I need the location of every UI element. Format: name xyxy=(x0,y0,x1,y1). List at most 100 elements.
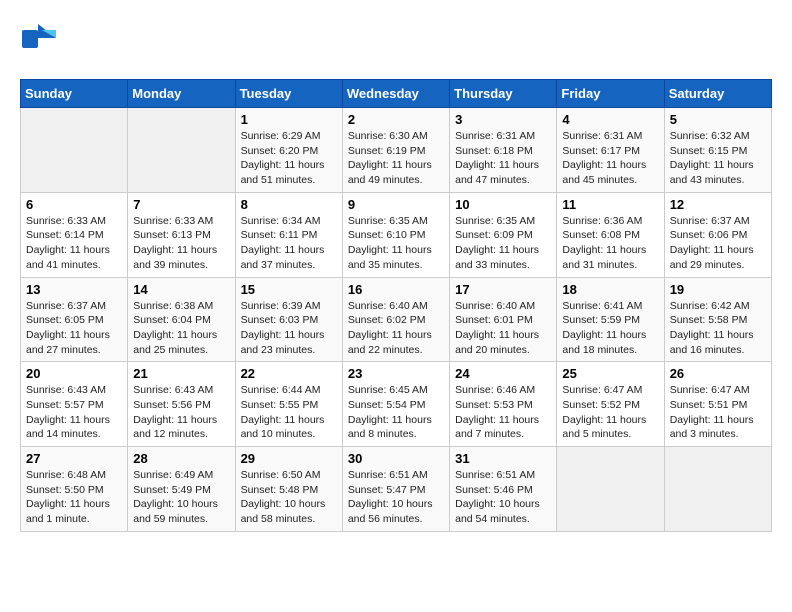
day-number: 29 xyxy=(241,451,337,466)
day-detail: Sunrise: 6:35 AMSunset: 6:10 PMDaylight:… xyxy=(348,214,444,273)
day-number: 15 xyxy=(241,282,337,297)
day-number: 10 xyxy=(455,197,551,212)
day-detail: Sunrise: 6:36 AMSunset: 6:08 PMDaylight:… xyxy=(562,214,658,273)
calendar-day-cell: 20 Sunrise: 6:43 AMSunset: 5:57 PMDayligh… xyxy=(21,362,128,447)
calendar-day-cell: 6 Sunrise: 6:33 AMSunset: 6:14 PMDaylight… xyxy=(21,192,128,277)
weekday-header: Sunday xyxy=(21,80,128,108)
weekday-header: Monday xyxy=(128,80,235,108)
day-number: 2 xyxy=(348,112,444,127)
day-detail: Sunrise: 6:43 AMSunset: 5:57 PMDaylight:… xyxy=(26,383,122,442)
day-number: 12 xyxy=(670,197,766,212)
calendar-day-cell: 3Sunrise: 6:31 AMSunset: 6:18 PMDaylight… xyxy=(450,108,557,193)
calendar-day-cell: 21 Sunrise: 6:43 AMSunset: 5:56 PMDayligh… xyxy=(128,362,235,447)
day-detail: Sunrise: 6:37 AMSunset: 6:06 PMDaylight:… xyxy=(670,214,766,273)
day-number: 26 xyxy=(670,366,766,381)
day-detail: Sunrise: 6:43 AMSunset: 5:56 PMDaylight:… xyxy=(133,383,229,442)
calendar-day-cell: 1 Sunrise: 6:29 AMSunset: 6:20 PMDaylight… xyxy=(235,108,342,193)
day-number: 13 xyxy=(26,282,122,297)
calendar-day-cell: 9 Sunrise: 6:35 AMSunset: 6:10 PMDaylight… xyxy=(342,192,449,277)
day-number: 1 xyxy=(241,112,337,127)
calendar-day-cell: 24Sunrise: 6:46 AMSunset: 5:53 PMDayligh… xyxy=(450,362,557,447)
day-detail: Sunrise: 6:33 AMSunset: 6:14 PMDaylight:… xyxy=(26,214,122,273)
calendar-day-cell: 11 Sunrise: 6:36 AMSunset: 6:08 PMDayligh… xyxy=(557,192,664,277)
day-number: 5 xyxy=(670,112,766,127)
day-number: 19 xyxy=(670,282,766,297)
day-detail: Sunrise: 6:42 AMSunset: 5:58 PMDaylight:… xyxy=(670,299,766,358)
day-detail: Sunrise: 6:32 AMSunset: 6:15 PMDaylight:… xyxy=(670,129,766,188)
day-detail: Sunrise: 6:31 AMSunset: 6:17 PMDaylight:… xyxy=(562,129,658,188)
calendar-day-cell: 4 Sunrise: 6:31 AMSunset: 6:17 PMDaylight… xyxy=(557,108,664,193)
calendar-day-cell: 16 Sunrise: 6:40 AMSunset: 6:02 PMDayligh… xyxy=(342,277,449,362)
calendar-day-cell: 31 Sunrise: 6:51 AMSunset: 5:46 PMDayligh… xyxy=(450,447,557,532)
day-number: 14 xyxy=(133,282,229,297)
calendar-header-row: SundayMondayTuesdayWednesdayThursdayFrid… xyxy=(21,80,772,108)
day-number: 27 xyxy=(26,451,122,466)
calendar-day-cell xyxy=(664,447,771,532)
weekday-header: Tuesday xyxy=(235,80,342,108)
day-number: 23 xyxy=(348,366,444,381)
calendar-day-cell: 25Sunrise: 6:47 AMSunset: 5:52 PMDayligh… xyxy=(557,362,664,447)
day-detail: Sunrise: 6:44 AMSunset: 5:55 PMDaylight:… xyxy=(241,383,337,442)
day-number: 7 xyxy=(133,197,229,212)
day-detail: Sunrise: 6:50 AMSunset: 5:48 PMDaylight:… xyxy=(241,468,337,527)
day-detail: Sunrise: 6:29 AMSunset: 6:20 PMDaylight:… xyxy=(241,129,337,188)
day-detail: Sunrise: 6:45 AMSunset: 5:54 PMDaylight:… xyxy=(348,383,444,442)
day-number: 22 xyxy=(241,366,337,381)
day-detail: Sunrise: 6:31 AMSunset: 6:18 PMDaylight:… xyxy=(455,129,551,188)
weekday-header: Wednesday xyxy=(342,80,449,108)
calendar-day-cell: 2 Sunrise: 6:30 AMSunset: 6:19 PMDaylight… xyxy=(342,108,449,193)
logo-icon xyxy=(20,20,58,63)
day-detail: Sunrise: 6:34 AMSunset: 6:11 PMDaylight:… xyxy=(241,214,337,273)
calendar-day-cell: 15 Sunrise: 6:39 AMSunset: 6:03 PMDayligh… xyxy=(235,277,342,362)
day-number: 28 xyxy=(133,451,229,466)
calendar-day-cell: 27 Sunrise: 6:48 AMSunset: 5:50 PMDayligh… xyxy=(21,447,128,532)
day-number: 6 xyxy=(26,197,122,212)
calendar-day-cell xyxy=(557,447,664,532)
day-detail: Sunrise: 6:51 AMSunset: 5:47 PMDaylight:… xyxy=(348,468,444,527)
calendar-day-cell: 14 Sunrise: 6:38 AMSunset: 6:04 PMDayligh… xyxy=(128,277,235,362)
day-number: 20 xyxy=(26,366,122,381)
day-detail: Sunrise: 6:30 AMSunset: 6:19 PMDaylight:… xyxy=(348,129,444,188)
weekday-header: Saturday xyxy=(664,80,771,108)
calendar-day-cell: 19 Sunrise: 6:42 AMSunset: 5:58 PMDayligh… xyxy=(664,277,771,362)
day-number: 21 xyxy=(133,366,229,381)
logo xyxy=(20,20,62,63)
day-detail: Sunrise: 6:38 AMSunset: 6:04 PMDaylight:… xyxy=(133,299,229,358)
calendar-day-cell xyxy=(21,108,128,193)
calendar-week-row: 6 Sunrise: 6:33 AMSunset: 6:14 PMDaylight… xyxy=(21,192,772,277)
weekday-header: Friday xyxy=(557,80,664,108)
day-number: 17 xyxy=(455,282,551,297)
day-detail: Sunrise: 6:51 AMSunset: 5:46 PMDaylight:… xyxy=(455,468,551,527)
calendar-day-cell: 23 Sunrise: 6:45 AMSunset: 5:54 PMDayligh… xyxy=(342,362,449,447)
day-detail: Sunrise: 6:49 AMSunset: 5:49 PMDaylight:… xyxy=(133,468,229,527)
calendar-day-cell: 7 Sunrise: 6:33 AMSunset: 6:13 PMDaylight… xyxy=(128,192,235,277)
day-number: 9 xyxy=(348,197,444,212)
calendar-week-row: 20 Sunrise: 6:43 AMSunset: 5:57 PMDayligh… xyxy=(21,362,772,447)
day-number: 4 xyxy=(562,112,658,127)
day-detail: Sunrise: 6:47 AMSunset: 5:51 PMDaylight:… xyxy=(670,383,766,442)
day-detail: Sunrise: 6:48 AMSunset: 5:50 PMDaylight:… xyxy=(26,468,122,527)
day-number: 16 xyxy=(348,282,444,297)
calendar-day-cell: 30Sunrise: 6:51 AMSunset: 5:47 PMDayligh… xyxy=(342,447,449,532)
calendar-week-row: 27 Sunrise: 6:48 AMSunset: 5:50 PMDayligh… xyxy=(21,447,772,532)
day-detail: Sunrise: 6:39 AMSunset: 6:03 PMDaylight:… xyxy=(241,299,337,358)
day-detail: Sunrise: 6:40 AMSunset: 6:02 PMDaylight:… xyxy=(348,299,444,358)
calendar-day-cell: 17 Sunrise: 6:40 AMSunset: 6:01 PMDayligh… xyxy=(450,277,557,362)
calendar-day-cell: 13 Sunrise: 6:37 AMSunset: 6:05 PMDayligh… xyxy=(21,277,128,362)
calendar-day-cell: 28 Sunrise: 6:49 AMSunset: 5:49 PMDayligh… xyxy=(128,447,235,532)
calendar-day-cell: 29 Sunrise: 6:50 AMSunset: 5:48 PMDayligh… xyxy=(235,447,342,532)
day-number: 31 xyxy=(455,451,551,466)
day-detail: Sunrise: 6:37 AMSunset: 6:05 PMDaylight:… xyxy=(26,299,122,358)
calendar-day-cell: 10Sunrise: 6:35 AMSunset: 6:09 PMDayligh… xyxy=(450,192,557,277)
weekday-header: Thursday xyxy=(450,80,557,108)
calendar-day-cell: 26 Sunrise: 6:47 AMSunset: 5:51 PMDayligh… xyxy=(664,362,771,447)
day-detail: Sunrise: 6:47 AMSunset: 5:52 PMDaylight:… xyxy=(562,383,658,442)
day-number: 8 xyxy=(241,197,337,212)
day-number: 18 xyxy=(562,282,658,297)
day-detail: Sunrise: 6:33 AMSunset: 6:13 PMDaylight:… xyxy=(133,214,229,273)
day-detail: Sunrise: 6:40 AMSunset: 6:01 PMDaylight:… xyxy=(455,299,551,358)
page-header xyxy=(20,20,772,63)
calendar-day-cell: 12 Sunrise: 6:37 AMSunset: 6:06 PMDayligh… xyxy=(664,192,771,277)
calendar-day-cell: 8 Sunrise: 6:34 AMSunset: 6:11 PMDaylight… xyxy=(235,192,342,277)
day-number: 11 xyxy=(562,197,658,212)
